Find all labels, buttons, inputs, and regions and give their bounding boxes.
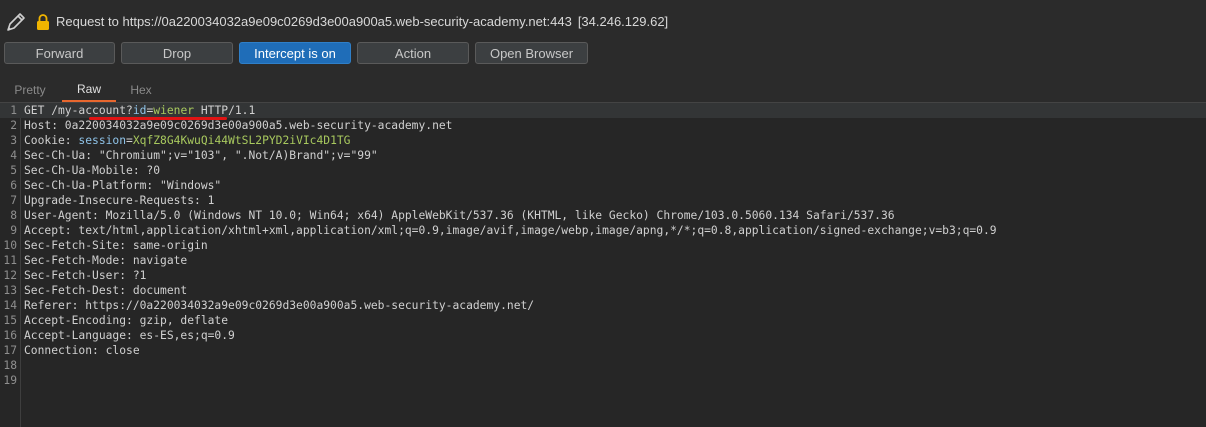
header-text: Sec-Fetch-Mode: navigate [24, 254, 188, 267]
header-text: User-Agent: Mozilla/5.0 (Windows NT 10.0… [24, 209, 895, 222]
request-info-bar: Request to https://0a220034032a9e09c0269… [0, 0, 1206, 40]
line-text: Sec-Ch-Ua: "Chromium";v="103", ".Not/A)B… [24, 148, 378, 163]
line-text: Referer: https://0a220034032a9e09c0269d3… [24, 298, 534, 313]
line-text: Host: 0a220034032a9e09c0269d3e00a900a5.w… [24, 118, 452, 133]
request-line[interactable]: 2 Host: 0a220034032a9e09c0269d3e00a900a5.… [0, 118, 1206, 133]
line-number: 2 [10, 119, 17, 132]
drop-button[interactable]: Drop [121, 42, 233, 64]
line-number: 12 [3, 269, 17, 282]
line-text: Accept-Encoding: gzip, deflate [24, 313, 228, 328]
line-text: User-Agent: Mozilla/5.0 (Windows NT 10.0… [24, 208, 895, 223]
request-line[interactable]: 13 Sec-Fetch-Dest: document [0, 283, 1206, 298]
request-line[interactable]: 3 Cookie: session=XqfZ8G4KwuQi44WtSL2PYD2… [0, 133, 1206, 148]
lock-icon [37, 14, 49, 30]
header-text: GET /my-account [24, 104, 127, 117]
line-number: 13 [3, 284, 17, 297]
annotation-underline [89, 117, 227, 120]
header-text: ? [126, 104, 133, 117]
request-target: Request to https://0a220034032a9e09c0269… [56, 14, 668, 29]
request-line[interactable]: 1 GET /my-account?id=wiener HTTP/1.1 [0, 103, 1206, 118]
line-text: Connection: close [24, 343, 140, 358]
action-button[interactable]: Action [357, 42, 469, 64]
header-text: Sec-Fetch-User: ?1 [24, 269, 147, 282]
header-text: Upgrade-Insecure-Requests: 1 [24, 194, 215, 207]
request-line[interactable]: 7 Upgrade-Insecure-Requests: 1 [0, 193, 1206, 208]
line-number: 9 [10, 224, 17, 237]
header-text: Accept-Encoding: gzip, deflate [24, 314, 229, 327]
tab-raw[interactable]: Raw [62, 78, 116, 102]
request-line[interactable]: 16 Accept-Language: es-ES,es;q=0.9 [0, 328, 1206, 343]
header-text: Sec-Ch-Ua: "Chromium";v="103", ".Not/A)B… [24, 149, 378, 162]
line-number: 10 [3, 239, 17, 252]
line-number: 16 [3, 329, 17, 342]
line-text: Sec-Ch-Ua-Platform: "Windows" [24, 178, 221, 193]
header-text: Cookie: [24, 134, 79, 147]
line-number: 18 [3, 359, 17, 372]
line-number: 14 [3, 299, 17, 312]
header-text: Sec-Ch-Ua-Platform: "Windows" [24, 179, 222, 192]
request-line[interactable]: 19 [0, 373, 1206, 388]
line-text: Sec-Ch-Ua-Mobile: ?0 [24, 163, 160, 178]
line-number: 19 [3, 374, 17, 387]
line-number: 1 [10, 104, 17, 117]
line-number: 3 [10, 134, 17, 147]
param-name: session [78, 134, 127, 147]
line-number: 6 [10, 179, 17, 192]
line-number: 7 [10, 194, 17, 207]
request-line[interactable]: 10 Sec-Fetch-Site: same-origin [0, 238, 1206, 253]
intercept-toggle-button[interactable]: Intercept is on [239, 42, 351, 64]
request-line[interactable]: 12 Sec-Fetch-User: ?1 [0, 268, 1206, 283]
request-line[interactable]: 6 Sec-Ch-Ua-Platform: "Windows" [0, 178, 1206, 193]
line-number: 17 [3, 344, 17, 357]
request-line[interactable]: 4 Sec-Ch-Ua: "Chromium";v="103", ".Not/A)… [0, 148, 1206, 163]
tab-pretty[interactable]: Pretty [0, 78, 60, 101]
tab-hex[interactable]: Hex [116, 78, 166, 101]
message-view-tabs: Pretty Raw Hex [0, 78, 1206, 103]
param-value: XqfZ8G4KwuQi44WtSL2PYD2iVIc4D1TG [132, 134, 351, 147]
header-text: Accept-Language: es-ES,es;q=0.9 [24, 329, 235, 342]
header-text: HTTP/1.1 [194, 104, 256, 117]
line-number: 5 [10, 164, 17, 177]
forward-button[interactable]: Forward [4, 42, 115, 64]
line-text: Sec-Fetch-User: ?1 [24, 268, 146, 283]
line-number: 11 [3, 254, 17, 267]
line-text: Cookie: session=XqfZ8G4KwuQi44WtSL2PYD2i… [24, 133, 351, 148]
line-number: 15 [3, 314, 17, 327]
request-line[interactable]: 15 Accept-Encoding: gzip, deflate [0, 313, 1206, 328]
param-value: wiener [153, 104, 195, 117]
line-number: 4 [10, 149, 17, 162]
request-url: Request to https://0a220034032a9e09c0269… [56, 14, 572, 29]
request-line[interactable]: 5 Sec-Ch-Ua-Mobile: ?0 [0, 163, 1206, 178]
header-text: Accept: text/html,application/xhtml+xml,… [24, 224, 997, 237]
request-line[interactable]: 9 Accept: text/html,application/xhtml+xml… [0, 223, 1206, 238]
request-line[interactable]: 18 [0, 358, 1206, 373]
param-name: id [132, 104, 147, 117]
header-text: Referer: https://0a220034032a9e09c0269d3… [24, 299, 535, 312]
request-line[interactable]: 17 Connection: close [0, 343, 1206, 358]
open-browser-button[interactable]: Open Browser [475, 42, 588, 64]
header-text: Connection: close [24, 344, 140, 357]
header-text: Sec-Ch-Ua-Mobile: ?0 [24, 164, 161, 177]
request-line[interactable]: 14 Referer: https://0a220034032a9e09c0269… [0, 298, 1206, 313]
line-text: GET /my-account?id=wiener HTTP/1.1 [24, 103, 255, 118]
line-text: Sec-Fetch-Mode: navigate [24, 253, 187, 268]
line-text: Sec-Fetch-Site: same-origin [24, 238, 208, 253]
header-text: Host: 0a220034032a9e09c0269d3e00a900a5.w… [24, 119, 453, 132]
request-line[interactable]: 11 Sec-Fetch-Mode: navigate [0, 253, 1206, 268]
line-text: Accept: text/html,application/xhtml+xml,… [24, 223, 997, 238]
header-text: Sec-Fetch-Dest: document [24, 284, 188, 297]
line-text: Upgrade-Insecure-Requests: 1 [24, 193, 214, 208]
line-text: Accept-Language: es-ES,es;q=0.9 [24, 328, 235, 343]
request-line[interactable]: 8 User-Agent: Mozilla/5.0 (Windows NT 10.… [0, 208, 1206, 223]
header-text: Sec-Fetch-Site: same-origin [24, 239, 208, 252]
request-ip: [34.246.129.62] [577, 14, 669, 29]
request-editor[interactable]: 1 GET /my-account?id=wiener HTTP/1.1 2 Host… [0, 103, 1206, 427]
line-text: Sec-Fetch-Dest: document [24, 283, 187, 298]
header-text: = [126, 134, 133, 147]
pencil-icon[interactable] [5, 11, 27, 33]
line-number: 8 [10, 209, 17, 222]
